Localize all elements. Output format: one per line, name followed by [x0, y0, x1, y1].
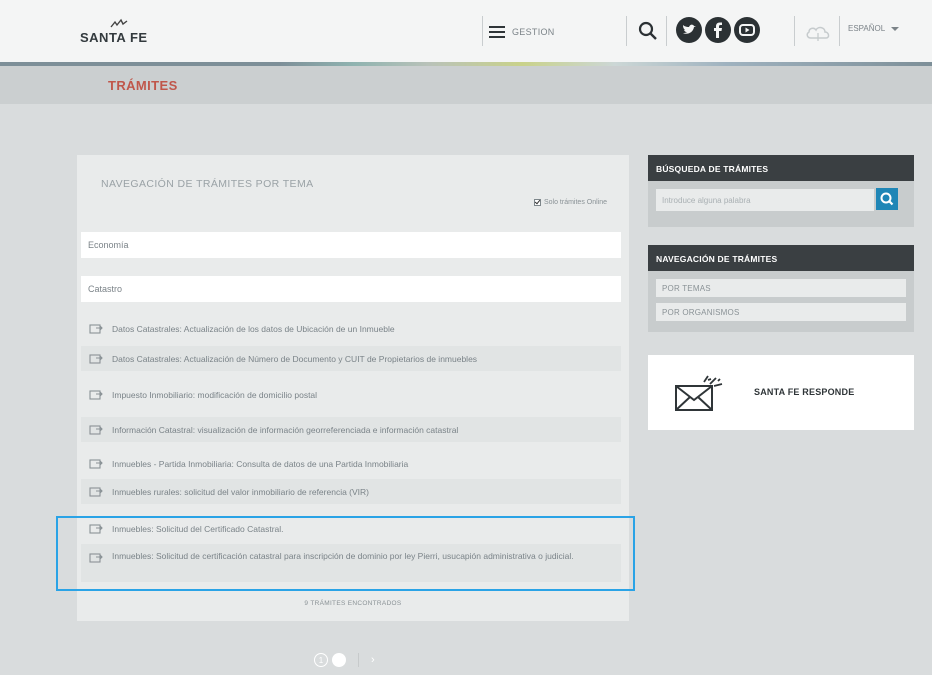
gestion-label: GESTION — [512, 27, 555, 37]
logo-spark-icon — [110, 18, 128, 28]
page-dot[interactable] — [332, 653, 346, 667]
list-item[interactable]: Inmuebles - Partida Inmobiliaria: Consul… — [81, 451, 621, 476]
search-icon — [880, 192, 894, 206]
santa-fe-logo[interactable]: SANTA FE — [80, 18, 160, 46]
list-item[interactable]: Información Catastral: visualización de … — [81, 417, 621, 442]
online-only-checkbox[interactable]: Solo trámites Online — [533, 199, 607, 206]
language-label: ESPAÑOL — [848, 24, 886, 33]
next-page-button[interactable]: › — [371, 654, 375, 666]
top-header: SANTA FE GESTION ESPAÑOL — [0, 0, 932, 62]
page-1-button[interactable]: 1 — [314, 653, 328, 667]
divider — [482, 16, 483, 46]
tramite-link[interactable]: Inmuebles - Partida Inmobiliaria: Consul… — [112, 459, 408, 469]
list-item[interactable]: Datos Catastrales: Actualización de Núme… — [81, 346, 621, 371]
nav-por-organismos-link[interactable]: POR ORGANISMOS — [656, 303, 906, 321]
selection-highlight-box — [56, 516, 635, 591]
list-item[interactable]: Inmuebles rurales: solicitud del valor i… — [81, 479, 621, 504]
tramite-link[interactable]: Datos Catastrales: Actualización de Núme… — [112, 354, 477, 364]
facebook-icon[interactable] — [705, 17, 731, 43]
youtube-icon[interactable] — [734, 17, 760, 43]
search-icon[interactable] — [637, 20, 659, 42]
theme-select[interactable]: Economía — [81, 232, 621, 258]
nav-por-temas-link[interactable]: POR TEMAS — [656, 279, 906, 297]
list-item[interactable]: Impuesto Inmobiliario: modificación de d… — [81, 382, 621, 407]
external-link-icon — [89, 459, 103, 469]
external-link-icon — [89, 425, 103, 435]
tramite-link[interactable]: Inmuebles rurales: solicitud del valor i… — [112, 487, 369, 497]
panel-title: NAVEGACIÓN DE TRÁMITES POR TEMA — [101, 178, 314, 190]
tramite-link[interactable]: Impuesto Inmobiliario: modificación de d… — [112, 390, 317, 400]
section-title-bar: TRÁMITES — [0, 66, 932, 104]
nav-tramites-header: NAVEGACIÓN DE TRÁMITES — [648, 245, 914, 271]
divider — [839, 16, 840, 46]
online-only-label: Solo trámites Online — [543, 199, 607, 206]
tramite-link[interactable]: Datos Catastrales: Actualización de los … — [112, 324, 395, 334]
tramite-link[interactable]: Información Catastral: visualización de … — [112, 425, 458, 435]
external-link-icon — [89, 390, 103, 400]
nav-tramites-box: POR TEMAS POR ORGANISMOS — [648, 271, 914, 332]
external-link-icon — [89, 324, 103, 334]
envelope-icon — [675, 375, 723, 411]
gestion-menu-button[interactable]: GESTION — [489, 22, 555, 42]
list-item[interactable]: Datos Catastrales: Actualización de los … — [81, 316, 621, 341]
checkbox-checked-icon[interactable] — [533, 199, 541, 206]
twitter-icon[interactable] — [676, 17, 702, 43]
divider — [794, 16, 795, 46]
tramites-search-input[interactable]: Introduce alguna palabra — [656, 189, 874, 211]
search-submit-button[interactable] — [876, 188, 898, 210]
logo-text: SANTA FE — [80, 30, 148, 45]
language-selector[interactable]: ESPAÑOL — [848, 24, 900, 33]
chevron-down-icon — [891, 26, 900, 31]
external-link-icon — [89, 487, 103, 497]
results-count: 9 TRÁMITES ENCONTRADOS — [304, 600, 402, 607]
search-tramites-header: BÚSQUEDA DE TRÁMITES — [648, 155, 914, 181]
pagination: 1 › — [314, 653, 375, 667]
external-link-icon — [89, 354, 103, 364]
weather-cloud-icon — [806, 26, 830, 41]
hamburger-icon — [489, 26, 505, 38]
subtheme-select[interactable]: Catastro — [81, 276, 621, 302]
divider — [626, 16, 627, 46]
page-title: TRÁMITES — [108, 78, 178, 93]
santa-fe-responde-banner[interactable]: SANTA FE RESPONDE — [648, 355, 914, 430]
search-tramites-box: Introduce alguna palabra — [648, 181, 914, 227]
divider — [666, 16, 667, 46]
responde-label: SANTA FE RESPONDE — [754, 387, 855, 397]
divider — [358, 653, 359, 667]
